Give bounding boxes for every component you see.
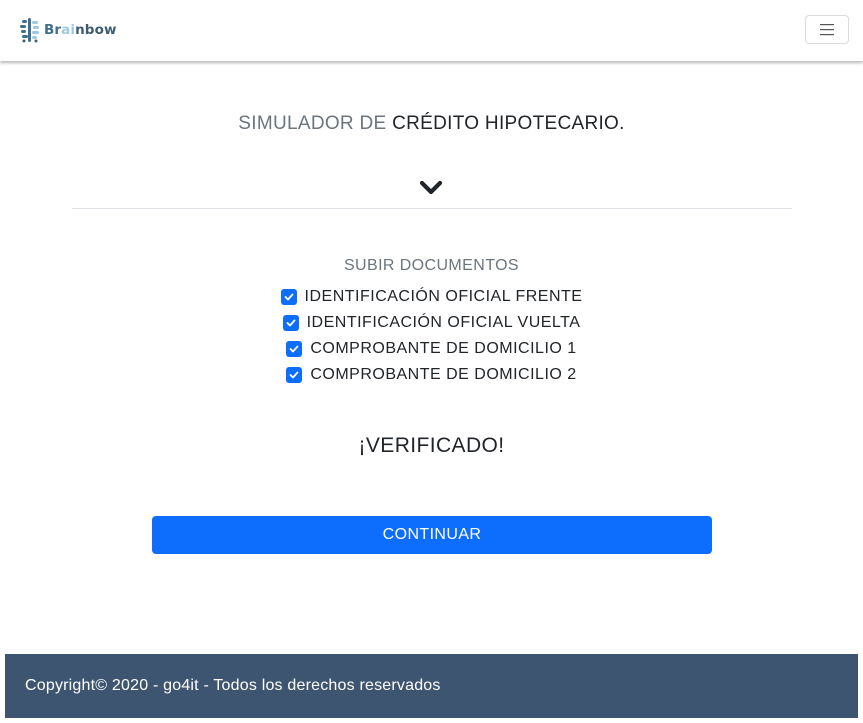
checkbox-checked[interactable] — [282, 315, 299, 331]
brand-name: Br ai nbow — [44, 22, 117, 38]
checkmark-icon — [284, 293, 293, 301]
checkmark-icon — [289, 371, 299, 379]
navbar: Br ai nbow — [0, 0, 863, 61]
menu-toggle-button[interactable] — [805, 15, 849, 44]
page-title: SIMULADOR DE CRÉDITO HIPOTECARIO. — [0, 113, 863, 135]
divider — [72, 208, 792, 209]
brand-name-part: Br — [44, 22, 62, 38]
checkbox-checked[interactable] — [286, 367, 303, 383]
documents-heading: SUBIR DOCUMENTOS — [343, 257, 519, 274]
list-item: COMPROBANTE DE DOMICILIO 2 — [0, 362, 863, 388]
checkbox-checked[interactable] — [280, 289, 297, 305]
checkmark-icon — [289, 345, 299, 353]
continue-button[interactable]: CONTINUAR — [152, 516, 712, 554]
documents-checklist: IDENTIFICACIÓN OFICIAL FRENTE IDENTIFICA… — [0, 284, 863, 388]
checkbox-checked[interactable] — [286, 341, 303, 357]
list-item: COMPROBANTE DE DOMICILIO 1 — [0, 336, 863, 362]
brand-name-part: ai — [61, 22, 76, 38]
hamburger-icon — [820, 24, 834, 36]
checkmark-icon — [286, 319, 295, 327]
document-label: IDENTIFICACIÓN OFICIAL VUELTA — [306, 314, 581, 331]
copyright-text: Copyright© 2020 - go4it - Todos los dere… — [25, 677, 441, 694]
document-label: COMPROBANTE DE DOMICILIO 2 — [310, 366, 577, 383]
brand-logo[interactable]: Br ai nbow — [19, 16, 117, 44]
brain-icon — [20, 18, 39, 43]
verification-status: ¡VERIFICADO! — [358, 434, 505, 457]
page-title-main: CRÉDITO HIPOTECARIO. — [392, 113, 625, 134]
footer: Copyright© 2020 - go4it - Todos los dere… — [5, 654, 858, 718]
document-label: COMPROBANTE DE DOMICILIO 1 — [310, 340, 577, 357]
page-title-prefix: SIMULADOR DE — [238, 113, 393, 134]
brand-name-part: nbow — [75, 22, 117, 38]
list-item: IDENTIFICACIÓN OFICIAL FRENTE — [0, 284, 863, 310]
document-label: IDENTIFICACIÓN OFICIAL FRENTE — [304, 288, 583, 305]
list-item: IDENTIFICACIÓN OFICIAL VUELTA — [0, 310, 863, 336]
chevron-down-icon[interactable] — [419, 179, 443, 197]
